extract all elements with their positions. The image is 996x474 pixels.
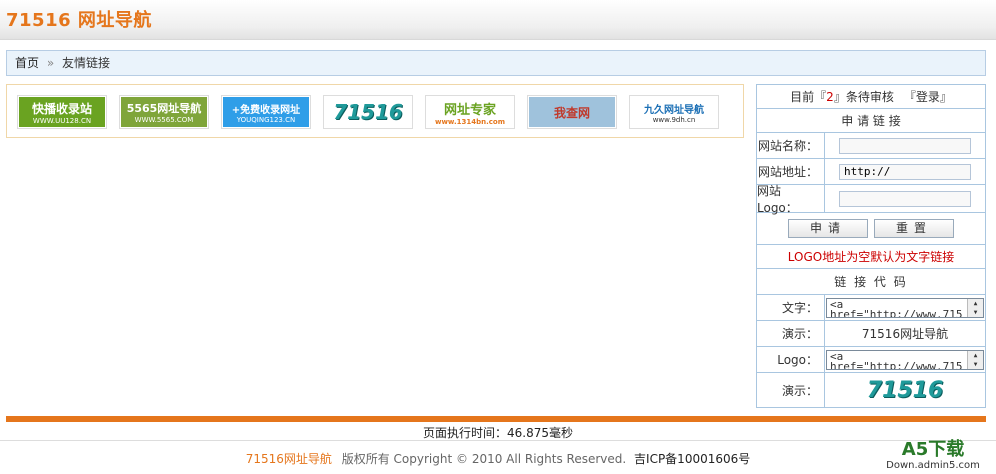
logo-banner: 快播收录站 WWW.UU128.CN <box>19 97 105 127</box>
footer-accent-line <box>6 416 986 422</box>
text-demo-link[interactable]: 71516网址导航 <box>825 325 985 342</box>
watermark: A5下载 Down.admin5.com <box>874 440 992 472</box>
logo-text: 71516 <box>333 100 403 124</box>
site-name-row: 网站名称： <box>757 133 985 159</box>
scroll-down-icon[interactable]: ▼ <box>968 360 983 369</box>
logo-subtext: WWW.5565.COM <box>134 116 194 124</box>
logo-text: 5565网址导航 <box>126 102 202 115</box>
code-title-row: 链 接 代 码 <box>757 269 985 295</box>
logo-subtext: www.9dh.cn <box>652 115 696 124</box>
scroll-down-icon[interactable]: ▼ <box>968 308 983 317</box>
site-logo-label: 网站Logo： <box>757 184 825 215</box>
form-buttons-row: 申请 重置 <box>757 213 985 245</box>
friend-logo-1314bn[interactable]: 网址专家 www.1314bn.com <box>425 95 515 129</box>
textarea-scrollbar[interactable]: ▲ ▼ <box>967 298 983 317</box>
site-url-label: 网站地址： <box>757 159 825 184</box>
logo-demo-label: 演示： <box>757 373 825 407</box>
top-bar: 71516 网址导航 <box>0 0 996 40</box>
textarea-scrollbar[interactable]: ▲ ▼ <box>967 350 983 369</box>
footer-rights: 版权所有 Copyright © 2010 All Rights Reserve… <box>341 452 627 466</box>
reset-button[interactable]: 重置 <box>874 219 954 238</box>
text-demo-row: 演示： 71516网址导航 <box>757 321 985 347</box>
friend-logo-youqing123[interactable]: +免费收录网址 YOUQING123.CN <box>221 95 311 129</box>
apply-title: 申 请 链 接 <box>841 114 901 128</box>
logo-code-label: Logo： <box>757 347 825 372</box>
friend-logo-5565[interactable]: 5565网址导航 WWW.5565.COM <box>119 95 209 129</box>
logo-banner: 网址专家 www.1314bn.com <box>427 97 513 127</box>
logo-banner: 我查网 <box>529 97 615 127</box>
text-code-label: 文字： <box>757 295 825 320</box>
breadcrumb: 首页 » 友情链接 <box>6 50 986 76</box>
site-logo-input[interactable] <box>839 190 971 207</box>
friend-logo-9dh[interactable]: 九久网址导航 www.9dh.cn <box>629 95 719 129</box>
footer-icp[interactable]: 吉ICP备10001606号 <box>634 452 750 466</box>
friend-logo-wocha[interactable]: 我查网 <box>527 95 617 129</box>
code-title: 链 接 代 码 <box>834 275 908 289</box>
apply-title-row: 申 请 链 接 <box>757 109 985 133</box>
friend-logo-uu128[interactable]: 快播收录站 WWW.UU128.CN <box>17 95 107 129</box>
site-title[interactable]: 71516 网址导航 <box>6 6 152 32</box>
breadcrumb-home[interactable]: 首页 <box>15 56 39 70</box>
logo-subtext: www.1314bn.com <box>435 117 505 126</box>
apply-link-panel: 目前『2』条待审核 『登录』 申 请 链 接 网站名称： 网站地址： 网站Log… <box>756 84 986 408</box>
logo-note: LOGO地址为空默认为文字链接 <box>787 250 955 264</box>
logo-demo-link[interactable]: 71516 <box>825 378 985 403</box>
logo-text: 我查网 <box>553 105 590 120</box>
footer-divider <box>0 440 996 441</box>
logo-subtext: YOUQING123.CN <box>236 115 296 124</box>
submit-button[interactable]: 申请 <box>788 219 868 238</box>
breadcrumb-separator: » <box>46 56 55 70</box>
logo-banner: 九久网址导航 www.9dh.cn <box>631 97 717 127</box>
logo-banner: 71516 <box>325 97 411 127</box>
scroll-up-icon[interactable]: ▲ <box>968 351 983 360</box>
logo-demo-row: 演示： 71516 <box>757 373 985 407</box>
text-demo-label: 演示： <box>757 321 825 346</box>
logo-banner: 5565网址导航 WWW.5565.COM <box>121 97 207 127</box>
logo-text: 九久网址导航 <box>644 104 704 116</box>
site-url-input[interactable] <box>839 163 971 180</box>
status-suffix: 』条待审核 <box>833 90 894 104</box>
logo-text: 快播收录站 <box>31 101 92 116</box>
text-code-line: href="http://www.715 <box>830 307 963 318</box>
logo-code-textarea[interactable]: <a href="http://www.715 ▲ ▼ <box>826 349 984 370</box>
logo-subtext: WWW.UU128.CN <box>32 116 92 125</box>
login-link[interactable]: 『登录』 <box>904 88 952 105</box>
demo-logo-image: 71516 <box>866 377 944 403</box>
logo-text: 网址专家 <box>443 102 496 118</box>
text-code-textarea[interactable]: <a href="http://www.715 ▲ ▼ <box>826 297 984 318</box>
watermark-url: Down.admin5.com <box>886 460 980 471</box>
logo-banner: +免费收录网址 YOUQING123.CN <box>223 97 309 127</box>
logo-text: +免费收录网址 <box>231 104 301 116</box>
site-name-label: 网站名称： <box>757 133 825 158</box>
copyright: 71516网址导航 版权所有 Copyright © 2010 All Righ… <box>0 450 996 467</box>
site-name-input[interactable] <box>839 137 971 154</box>
logo-code-row: Logo： <a href="http://www.715 ▲ ▼ <box>757 347 985 373</box>
friend-logo-71516[interactable]: 71516 <box>323 95 413 129</box>
pending-count: 2 <box>826 89 834 104</box>
site-logo-row: 网站Logo： <box>757 184 985 215</box>
pending-status-row: 目前『 2 』条待审核 『登录』 <box>757 85 985 109</box>
footer-brand-link[interactable]: 71516网址导航 <box>246 452 332 466</box>
breadcrumb-current: 友情链接 <box>62 56 111 70</box>
text-code-row: 文字： <a href="http://www.715 ▲ ▼ <box>757 295 985 321</box>
note-row: LOGO地址为空默认为文字链接 <box>757 245 985 269</box>
friend-links-logos: 快播收录站 WWW.UU128.CN 5565网址导航 WWW.5565.COM… <box>6 84 744 138</box>
execution-time: 页面执行时间：46.875毫秒 <box>423 426 573 440</box>
scroll-up-icon[interactable]: ▲ <box>968 299 983 308</box>
logo-code-line: href="http://www.715 <box>830 359 963 370</box>
status-prefix: 目前『 <box>790 90 827 104</box>
watermark-title: A5下载 <box>901 439 965 460</box>
